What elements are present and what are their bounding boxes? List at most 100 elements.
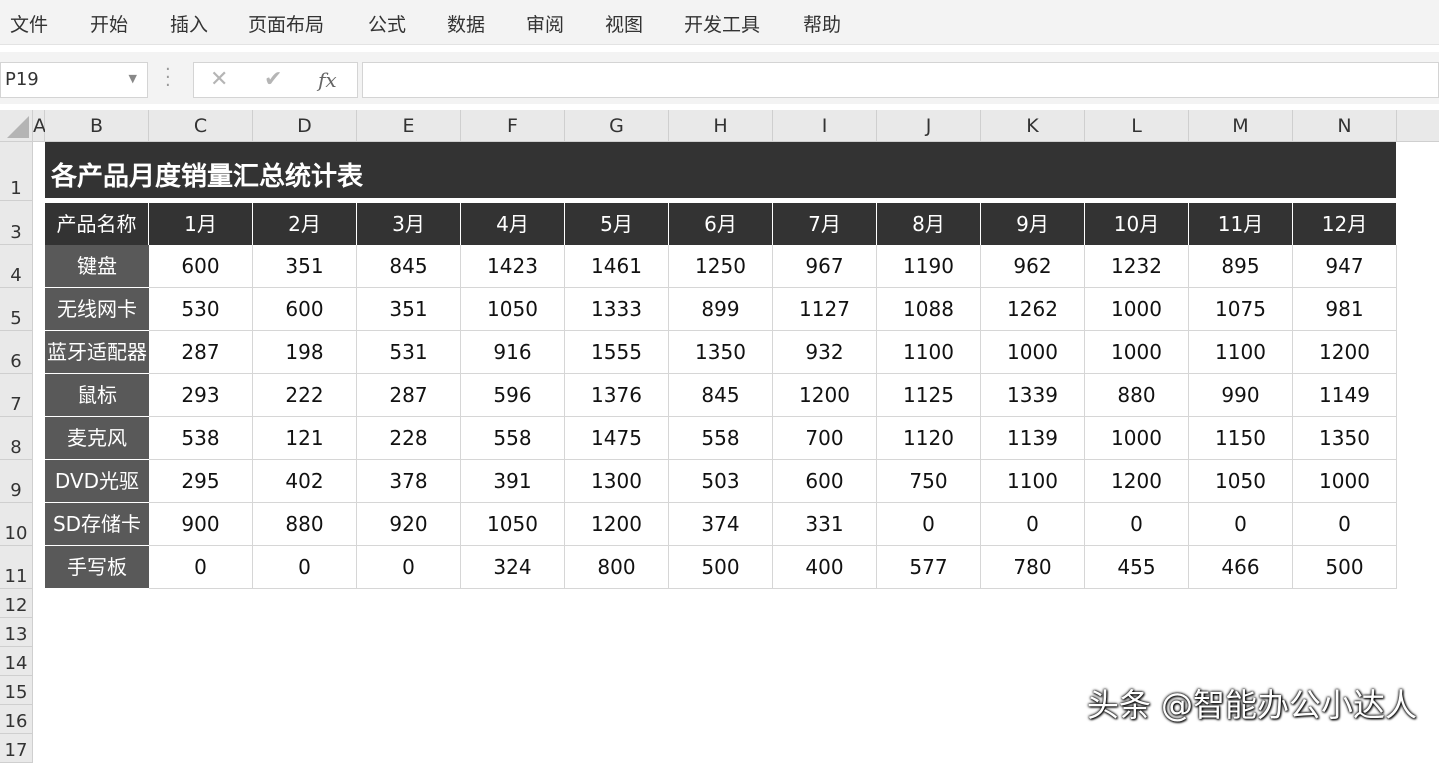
- product-name-cell[interactable]: 键盘: [45, 245, 149, 288]
- row-header[interactable]: 9: [0, 460, 33, 503]
- product-name-cell[interactable]: 手写板: [45, 546, 149, 589]
- row-header[interactable]: 10: [0, 503, 33, 546]
- sales-value-cell[interactable]: 880: [1085, 374, 1189, 417]
- check-icon[interactable]: ✔: [264, 67, 282, 92]
- sales-value-cell[interactable]: 0: [357, 546, 461, 589]
- product-name-cell[interactable]: 麦克风: [45, 417, 149, 460]
- product-name-cell[interactable]: 无线网卡: [45, 288, 149, 331]
- sales-value-cell[interactable]: 981: [1293, 288, 1397, 331]
- sales-value-cell[interactable]: 1000: [1085, 331, 1189, 374]
- sales-value-cell[interactable]: 800: [565, 546, 669, 589]
- sales-value-cell[interactable]: 293: [149, 374, 253, 417]
- sales-value-cell[interactable]: 967: [773, 245, 877, 288]
- sales-value-cell[interactable]: 198: [253, 331, 357, 374]
- column-header[interactable]: M: [1189, 110, 1293, 142]
- select-all-corner[interactable]: [0, 110, 33, 142]
- sales-value-cell[interactable]: 228: [357, 417, 461, 460]
- header-month[interactable]: 10月: [1085, 203, 1189, 245]
- sales-value-cell[interactable]: 1000: [1085, 288, 1189, 331]
- sales-value-cell[interactable]: 1200: [565, 503, 669, 546]
- sales-value-cell[interactable]: 920: [357, 503, 461, 546]
- sales-value-cell[interactable]: 351: [253, 245, 357, 288]
- menu-item[interactable]: 插入: [170, 10, 208, 37]
- menu-item[interactable]: 数据: [447, 10, 485, 37]
- sales-value-cell[interactable]: 1300: [565, 460, 669, 503]
- row-header[interactable]: 14: [0, 647, 33, 676]
- row-header[interactable]: 5: [0, 288, 33, 331]
- sales-value-cell[interactable]: 466: [1189, 546, 1293, 589]
- menu-item[interactable]: 开发工具: [684, 10, 760, 37]
- sales-value-cell[interactable]: 1050: [1189, 460, 1293, 503]
- sales-value-cell[interactable]: 1075: [1189, 288, 1293, 331]
- sales-value-cell[interactable]: 1461: [565, 245, 669, 288]
- sales-value-cell[interactable]: 750: [877, 460, 981, 503]
- sales-value-cell[interactable]: 780: [981, 546, 1085, 589]
- sales-value-cell[interactable]: 1333: [565, 288, 669, 331]
- sales-value-cell[interactable]: 947: [1293, 245, 1397, 288]
- header-month[interactable]: 12月: [1293, 203, 1397, 245]
- row-header[interactable]: 8: [0, 417, 33, 460]
- sales-value-cell[interactable]: 500: [669, 546, 773, 589]
- product-name-cell[interactable]: DVD光驱: [45, 460, 149, 503]
- column-header[interactable]: D: [253, 110, 357, 142]
- sales-value-cell[interactable]: 1200: [1085, 460, 1189, 503]
- header-month[interactable]: 1月: [149, 203, 253, 245]
- sales-value-cell[interactable]: 1120: [877, 417, 981, 460]
- sales-value-cell[interactable]: 1339: [981, 374, 1085, 417]
- sales-value-cell[interactable]: 0: [1189, 503, 1293, 546]
- sales-value-cell[interactable]: 1200: [1293, 331, 1397, 374]
- header-month[interactable]: 4月: [461, 203, 565, 245]
- sales-value-cell[interactable]: 916: [461, 331, 565, 374]
- row-header[interactable]: 13: [0, 618, 33, 647]
- header-month[interactable]: 11月: [1189, 203, 1293, 245]
- sales-value-cell[interactable]: 990: [1189, 374, 1293, 417]
- menu-item[interactable]: 页面布局: [248, 10, 324, 37]
- sales-value-cell[interactable]: 222: [253, 374, 357, 417]
- sales-value-cell[interactable]: 0: [877, 503, 981, 546]
- sales-value-cell[interactable]: 1423: [461, 245, 565, 288]
- sales-value-cell[interactable]: 121: [253, 417, 357, 460]
- sales-value-cell[interactable]: 1200: [773, 374, 877, 417]
- sales-value-cell[interactable]: 0: [1293, 503, 1397, 546]
- sales-value-cell[interactable]: 402: [253, 460, 357, 503]
- header-month[interactable]: 3月: [357, 203, 461, 245]
- header-product-name[interactable]: 产品名称: [45, 203, 149, 245]
- sales-value-cell[interactable]: 845: [669, 374, 773, 417]
- sales-value-cell[interactable]: 558: [669, 417, 773, 460]
- sales-value-cell[interactable]: 596: [461, 374, 565, 417]
- column-header[interactable]: A: [33, 110, 46, 142]
- sales-value-cell[interactable]: 538: [149, 417, 253, 460]
- sales-value-cell[interactable]: 374: [669, 503, 773, 546]
- sales-value-cell[interactable]: 880: [253, 503, 357, 546]
- row-header[interactable]: 11: [0, 546, 33, 589]
- sales-value-cell[interactable]: 600: [149, 245, 253, 288]
- sales-value-cell[interactable]: 0: [253, 546, 357, 589]
- sales-value-cell[interactable]: 351: [357, 288, 461, 331]
- sales-value-cell[interactable]: 845: [357, 245, 461, 288]
- header-month[interactable]: 7月: [773, 203, 877, 245]
- sales-value-cell[interactable]: 1350: [1293, 417, 1397, 460]
- column-header[interactable]: G: [565, 110, 669, 142]
- sales-value-cell[interactable]: 1100: [981, 460, 1085, 503]
- row-header[interactable]: 6: [0, 331, 33, 374]
- more-icon[interactable]: · · ·: [165, 61, 171, 95]
- name-box[interactable]: P19 ▼: [0, 62, 148, 98]
- column-header[interactable]: I: [773, 110, 877, 142]
- sales-value-cell[interactable]: 391: [461, 460, 565, 503]
- product-name-cell[interactable]: SD存储卡: [45, 503, 149, 546]
- sales-value-cell[interactable]: 0: [981, 503, 1085, 546]
- sales-value-cell[interactable]: 1150: [1189, 417, 1293, 460]
- sales-value-cell[interactable]: 455: [1085, 546, 1189, 589]
- sales-value-cell[interactable]: 1088: [877, 288, 981, 331]
- sales-value-cell[interactable]: 1232: [1085, 245, 1189, 288]
- header-month[interactable]: 6月: [669, 203, 773, 245]
- row-header[interactable]: 15: [0, 676, 33, 705]
- sales-value-cell[interactable]: 1050: [461, 503, 565, 546]
- sales-value-cell[interactable]: 1000: [1085, 417, 1189, 460]
- column-header[interactable]: B: [45, 110, 149, 142]
- menu-item[interactable]: 公式: [368, 10, 406, 37]
- sheet-title[interactable]: 各产品月度销量汇总统计表: [45, 142, 1396, 198]
- formula-input[interactable]: [362, 62, 1439, 98]
- row-header[interactable]: 17: [0, 734, 33, 763]
- sales-value-cell[interactable]: 531: [357, 331, 461, 374]
